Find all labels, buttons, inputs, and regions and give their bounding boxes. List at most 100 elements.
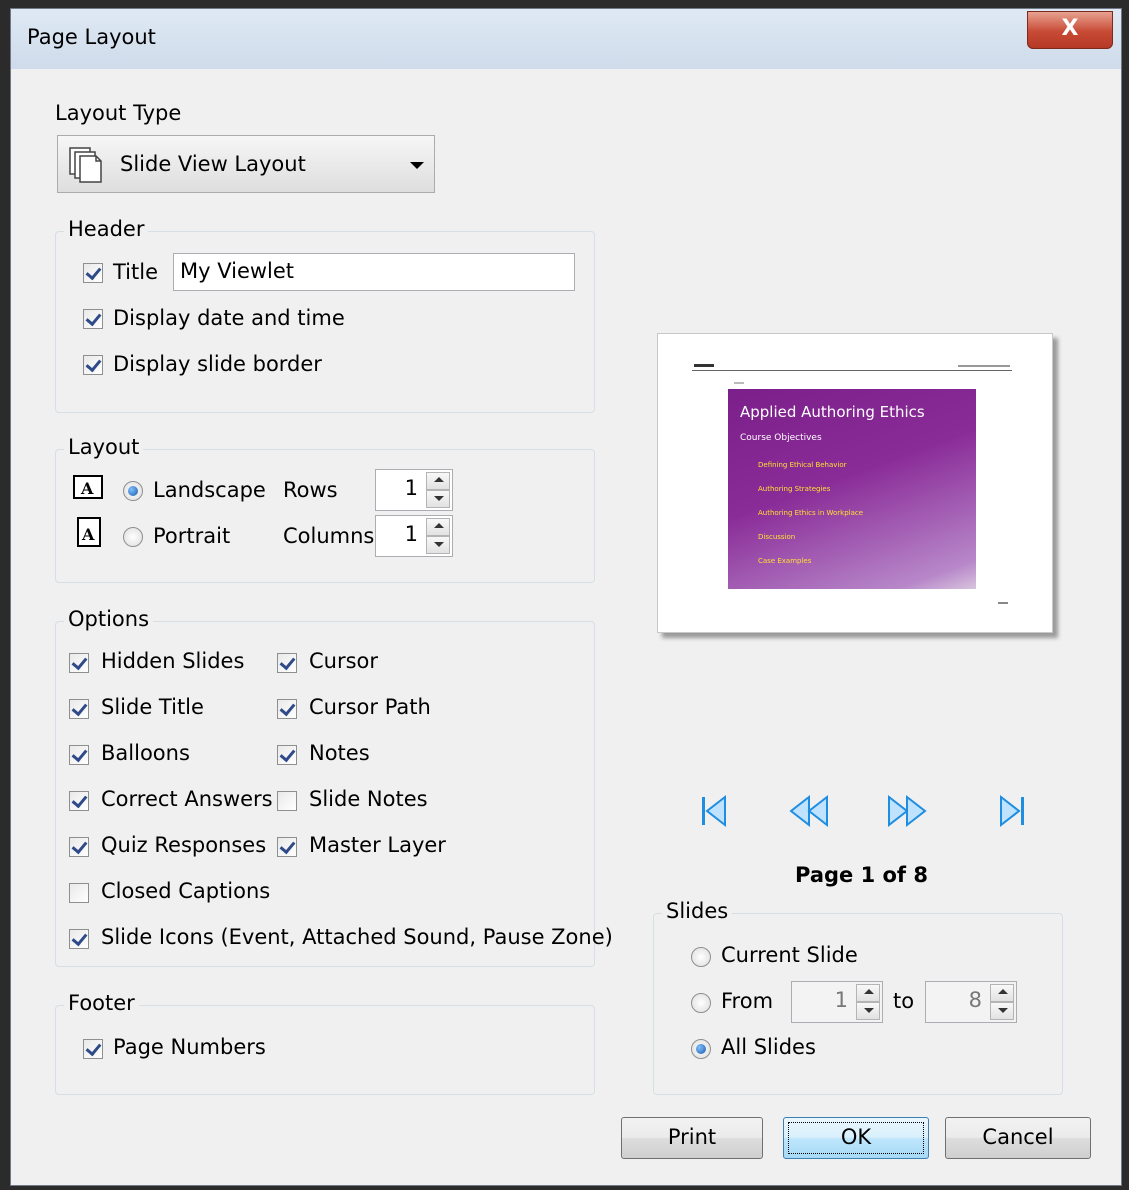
layout-type-label: Layout Type xyxy=(55,101,182,125)
option-checkbox[interactable] xyxy=(277,745,297,765)
landscape-icon: A xyxy=(73,475,103,504)
ok-button[interactable]: OK xyxy=(783,1117,929,1159)
header-group-title: Header xyxy=(64,217,149,241)
last-page-icon[interactable] xyxy=(993,791,1033,831)
layout-type-dropdown[interactable]: Slide View Layout xyxy=(57,135,435,193)
window-title: Page Layout xyxy=(27,25,156,49)
layout-type-value: Slide View Layout xyxy=(120,152,306,176)
from-up-button[interactable] xyxy=(856,984,880,1002)
page-layout-dialog: Page Layout X Layout Type Slide View Lay… xyxy=(10,8,1122,1186)
option-checkbox[interactable] xyxy=(277,653,297,673)
from-label: From xyxy=(721,989,774,1013)
option-label: Quiz Responses xyxy=(101,833,267,857)
option-label: Correct Answers xyxy=(101,787,273,811)
to-value: 8 xyxy=(968,988,982,1012)
display-border-checkbox[interactable] xyxy=(83,355,103,375)
portrait-label: Portrait xyxy=(153,524,231,548)
preview-bullet: Discussion xyxy=(758,533,796,541)
page-preview: Applied Authoring Ethics Course Objectiv… xyxy=(657,333,1053,633)
footer-group-title: Footer xyxy=(64,991,139,1015)
portrait-icon: A xyxy=(77,517,101,552)
option-checkbox[interactable] xyxy=(69,653,89,673)
option-checkbox[interactable] xyxy=(277,791,297,811)
from-radio[interactable] xyxy=(691,993,711,1013)
page-numbers-label: Page Numbers xyxy=(113,1035,266,1059)
pages-icon xyxy=(68,146,104,189)
from-stepper[interactable]: 1 xyxy=(791,981,883,1023)
from-down-button[interactable] xyxy=(856,1002,880,1020)
option-label: Slide Notes xyxy=(309,787,428,811)
current-slide-label: Current Slide xyxy=(721,943,858,967)
title-label: Title xyxy=(113,260,159,284)
preview-slide-number xyxy=(734,382,744,384)
previous-page-icon[interactable] xyxy=(787,791,828,831)
columns-value: 1 xyxy=(404,522,418,546)
option-checkbox[interactable] xyxy=(69,883,89,903)
columns-label: Columns xyxy=(283,524,375,548)
option-label: Slide Icons (Event, Attached Sound, Paus… xyxy=(101,925,613,949)
option-label: Closed Captions xyxy=(101,879,271,903)
from-value: 1 xyxy=(834,988,848,1012)
print-button[interactable]: Print xyxy=(621,1117,763,1159)
columns-up-button[interactable] xyxy=(426,518,450,536)
option-checkbox[interactable] xyxy=(69,929,89,949)
option-checkbox[interactable] xyxy=(69,791,89,811)
layout-group: Layout xyxy=(55,435,595,583)
option-label: Cursor Path xyxy=(309,695,431,719)
rows-up-button[interactable] xyxy=(426,472,450,490)
title-input[interactable]: My Viewlet xyxy=(173,253,575,291)
svg-text:A: A xyxy=(81,525,95,544)
options-group-title: Options xyxy=(64,607,154,631)
landscape-label: Landscape xyxy=(153,478,266,502)
slides-group-title: Slides xyxy=(662,899,733,923)
dialog-body: Layout Type Slide View Layout Header Tit… xyxy=(17,69,1115,1179)
preview-header-title xyxy=(694,364,714,367)
to-up-button[interactable] xyxy=(990,984,1014,1002)
option-checkbox[interactable] xyxy=(69,745,89,765)
page-numbers-checkbox[interactable] xyxy=(83,1039,103,1059)
all-slides-radio[interactable] xyxy=(691,1039,711,1059)
option-checkbox[interactable] xyxy=(69,837,89,857)
all-slides-label: All Slides xyxy=(721,1035,816,1059)
page-indicator: Page 1 of 8 xyxy=(795,863,928,887)
chevron-down-icon xyxy=(410,162,424,169)
to-stepper[interactable]: 8 xyxy=(925,981,1017,1023)
option-checkbox[interactable] xyxy=(277,837,297,857)
preview-header-line xyxy=(692,370,1012,371)
first-page-icon[interactable] xyxy=(693,791,733,831)
option-label: Slide Title xyxy=(101,695,204,719)
preview-slide-subtitle: Course Objectives xyxy=(740,433,822,443)
option-checkbox[interactable] xyxy=(277,699,297,719)
next-page-icon[interactable] xyxy=(885,791,927,831)
title-checkbox[interactable] xyxy=(83,263,103,283)
columns-stepper[interactable]: 1 xyxy=(375,515,453,557)
svg-text:A: A xyxy=(80,479,94,498)
cancel-button[interactable]: Cancel xyxy=(945,1117,1091,1159)
preview-bullet: Defining Ethical Behavior xyxy=(758,461,847,469)
display-date-checkbox[interactable] xyxy=(83,309,103,329)
rows-value: 1 xyxy=(404,476,418,500)
option-checkbox[interactable] xyxy=(69,699,89,719)
layout-group-title: Layout xyxy=(64,435,144,459)
preview-bullet: Authoring Ethics in Workplace xyxy=(758,509,864,517)
current-slide-radio[interactable] xyxy=(691,947,711,967)
rows-stepper[interactable]: 1 xyxy=(375,469,453,511)
display-border-label: Display slide border xyxy=(113,352,322,376)
preview-slide: Applied Authoring Ethics Course Objectiv… xyxy=(728,389,976,589)
option-label: Balloons xyxy=(101,741,190,765)
option-label: Hidden Slides xyxy=(101,649,245,673)
portrait-radio[interactable] xyxy=(123,527,143,547)
preview-slide-title: Applied Authoring Ethics xyxy=(740,403,925,421)
option-label: Master Layer xyxy=(309,833,446,857)
rows-label: Rows xyxy=(283,478,338,502)
columns-down-button[interactable] xyxy=(426,536,450,554)
to-label: to xyxy=(893,989,915,1013)
to-down-button[interactable] xyxy=(990,1002,1014,1020)
rows-down-button[interactable] xyxy=(426,490,450,508)
title-bar: Page Layout X xyxy=(11,9,1121,69)
landscape-radio[interactable] xyxy=(123,481,143,501)
preview-page-number xyxy=(998,602,1008,604)
close-button[interactable]: X xyxy=(1027,11,1113,49)
preview-bullet: Case Examples xyxy=(758,557,812,565)
preview-header-date xyxy=(958,365,1010,367)
